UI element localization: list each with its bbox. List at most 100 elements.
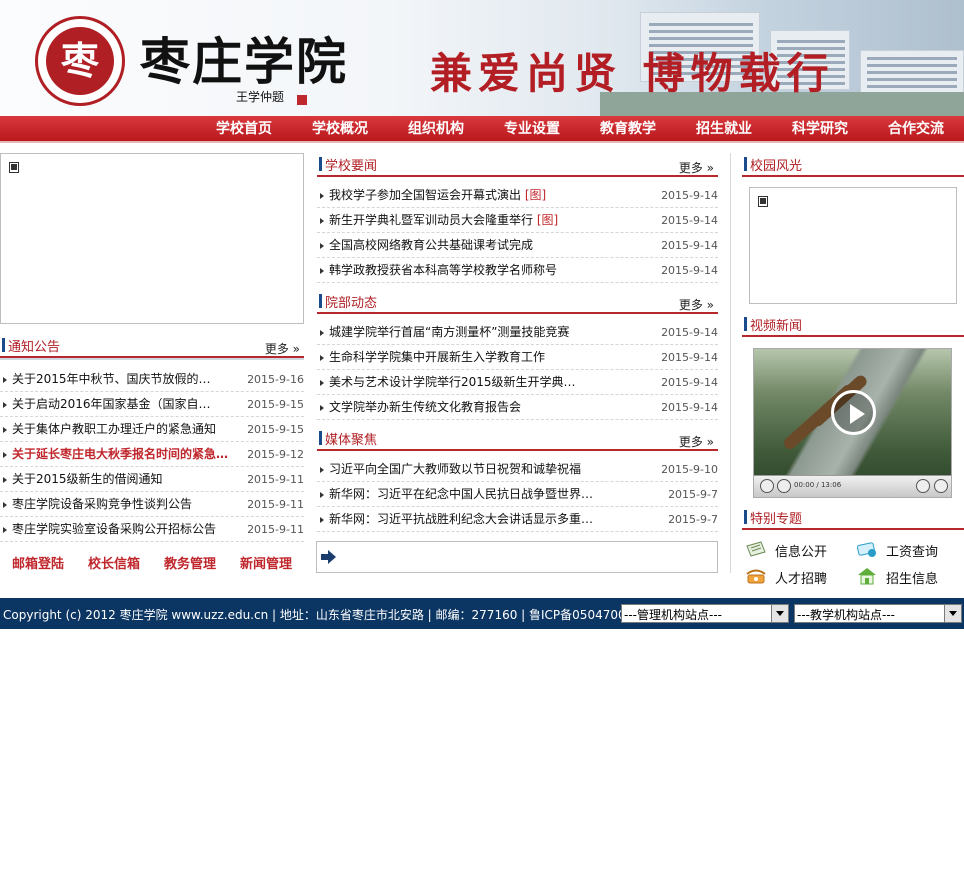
list-item[interactable]: 关于2015级新生的借阅通知 2015-9-11 (0, 467, 304, 492)
notices-more-link[interactable]: 更多 » (265, 340, 300, 357)
campus-photo-frame[interactable] (749, 187, 957, 304)
nav-item-cooperation[interactable]: 合作交流 (888, 116, 944, 143)
topic-recruitment[interactable]: 人才招聘 (745, 567, 845, 587)
news-admin-link[interactable]: 新闻管理 (240, 553, 292, 572)
arrow-icon (320, 330, 324, 336)
phone-icon (746, 569, 766, 584)
media-title: 媒体聚焦 (325, 433, 378, 448)
column-divider (730, 153, 731, 573)
list-item[interactable]: 新生开学典礼暨军训动员大会隆重举行 [图] 2015-9-14 (317, 208, 718, 233)
list-item[interactable]: 文学院举办新生传统文化教育报告会 2015-9-14 (317, 395, 718, 420)
volume-button[interactable] (916, 479, 930, 493)
campus-view-header: 校园风光 (742, 153, 964, 177)
admin-sites-select[interactable]: ---管理机构站点--- (621, 604, 789, 623)
arrow-icon (320, 193, 324, 199)
list-item[interactable]: 关于启动2016年国家基金（国家自… 2015-9-15 (0, 392, 304, 417)
arrow-icon (320, 355, 324, 361)
play-button[interactable] (760, 479, 774, 493)
arrow-icon (320, 218, 324, 224)
list-item[interactable]: 韩学政教授获省本科高等学校教学名师称号 2015-9-14 (317, 258, 718, 283)
topic-salary-query[interactable]: 工资查询 (856, 540, 956, 560)
list-item[interactable]: 枣庄学院设备采购竞争性谈判公告 2015-9-11 (0, 492, 304, 517)
academic-admin-link[interactable]: 教务管理 (164, 553, 216, 572)
arrow-icon (3, 502, 7, 508)
nav-item-home[interactable]: 学校首页 (216, 116, 272, 143)
arrow-icon (3, 377, 7, 383)
nav-item-research[interactable]: 科学研究 (792, 116, 848, 143)
list-item[interactable]: 枣庄学院实验室设备采购公开招标公告 2015-9-11 (0, 517, 304, 542)
arrow-right-icon (321, 550, 336, 564)
photo-tag: [图] (524, 188, 547, 202)
arrow-icon (3, 402, 7, 408)
nav-item-overview[interactable]: 学校概况 (312, 116, 368, 143)
list-item[interactable]: 新华网：习近平抗战胜利纪念大会讲话显示多重… 2015-9-7 (317, 507, 718, 532)
school-news-more-link[interactable]: 更多 » (679, 159, 714, 176)
list-item[interactable]: 习近平向全国广大教师致以节日祝贺和诚挚祝福 2015-9-10 (317, 457, 718, 482)
scroll-banner[interactable] (316, 541, 718, 573)
arrow-icon (320, 243, 324, 249)
school-motto: 兼爱尚贤 博物载行 (430, 49, 835, 98)
arrow-icon (320, 492, 324, 498)
fullscreen-button[interactable] (934, 479, 948, 493)
video-news-title: 视频新闻 (750, 319, 803, 334)
arrow-icon (3, 527, 7, 533)
nav-item-majors[interactable]: 专业设置 (504, 116, 560, 143)
topics-title: 特别专题 (750, 512, 803, 527)
topic-info-disclosure[interactable]: 信息公开 (745, 540, 845, 560)
list-item[interactable]: 城建学院举行首届“南方测量杯”测量技能竞赛 2015-9-14 (317, 320, 718, 345)
site-footer: Copyright (c) 2012 枣庄学院 www.uzz.edu.cn |… (0, 598, 964, 629)
copyright-text: Copyright (c) 2012 枣庄学院 www.uzz.edu.cn |… (3, 608, 646, 622)
list-item[interactable]: 关于集体户教职工办理迁户的紧急通知 2015-9-15 (0, 417, 304, 442)
topics-header: 特别专题 (742, 506, 964, 530)
dept-news-more-link[interactable]: 更多 » (679, 296, 714, 313)
school-emblem: 枣 (35, 16, 125, 106)
arrow-icon (3, 477, 7, 483)
arrow-icon (320, 405, 324, 411)
nav-item-organization[interactable]: 组织机构 (408, 116, 464, 143)
arrow-icon (3, 452, 7, 458)
stop-button[interactable] (777, 479, 791, 493)
play-icon[interactable] (831, 390, 876, 435)
list-item[interactable]: 关于2015年中秋节、国庆节放假的… 2015-9-16 (0, 367, 304, 392)
arrow-icon (320, 268, 324, 274)
photo-tag: [图] (536, 213, 559, 227)
media-more-link[interactable]: 更多 » (679, 433, 714, 450)
notices-title: 通知公告 (8, 340, 61, 355)
broken-image-icon (758, 196, 768, 207)
list-item[interactable]: 生命科学学院集中开展新生入学教育工作 2015-9-14 (317, 345, 718, 370)
school-news-header: 学校要闻 更多 » (317, 153, 718, 177)
house-icon (858, 568, 876, 585)
video-player[interactable]: 00:00 / 13:06 (753, 348, 952, 498)
chevron-down-icon (771, 605, 788, 622)
arrow-icon (320, 467, 324, 473)
site-header: 枣 枣庄学院 王学仲题 兼爱尚贤 博物载行 (0, 0, 964, 116)
arrow-icon (3, 427, 7, 433)
dept-news-header: 院部动态 更多 » (317, 290, 718, 314)
arrow-icon (320, 380, 324, 386)
slideshow-frame[interactable] (0, 153, 304, 324)
list-item[interactable]: 全国高校网络教育公共基础课考试完成 2015-9-14 (317, 233, 718, 258)
nav-item-admissions[interactable]: 招生就业 (696, 116, 752, 143)
mail-login-link[interactable]: 邮箱登陆 (12, 553, 64, 572)
dept-news-title: 院部动态 (325, 296, 378, 311)
video-controls: 00:00 / 13:06 (754, 475, 951, 497)
school-news-list: 我校学子参加全国智运会开幕式演出 [图] 2015-9-14 新生开学典礼暨军训动… (317, 183, 718, 283)
list-item[interactable]: 我校学子参加全国智运会开幕式演出 [图] 2015-9-14 (317, 183, 718, 208)
broken-image-icon (9, 162, 19, 173)
topic-admission-info[interactable]: 招生信息 (856, 567, 956, 587)
document-icon (746, 541, 766, 557)
media-list: 习近平向全国广大教师致以节日祝贺和诚挚祝福 2015-9-10 新华网：习近平在纪… (317, 457, 718, 532)
list-item[interactable]: 美术与艺术设计学院举行2015级新生开学典… 2015-9-14 (317, 370, 718, 395)
list-item[interactable]: 关于延长枣庄电大秋季报名时间的紧急… 2015-9-12 (0, 442, 304, 467)
dept-news-list: 城建学院举行首届“南方测量杯”测量技能竞赛 2015-9-14 生命科学学院集中开… (317, 320, 718, 420)
video-news-header: 视频新闻 (742, 313, 964, 337)
chevron-down-icon (944, 605, 961, 622)
list-item[interactable]: 新华网：习近平在纪念中国人民抗日战争暨世界… 2015-9-7 (317, 482, 718, 507)
media-header: 媒体聚焦 更多 » (317, 427, 718, 451)
calligrapher-signature: 王学仲题 (236, 90, 285, 104)
nav-item-education[interactable]: 教育教学 (600, 116, 656, 143)
school-news-title: 学校要闻 (325, 159, 378, 174)
teaching-sites-select[interactable]: ---教学机构站点--- (794, 604, 962, 623)
president-mailbox-link[interactable]: 校长信箱 (88, 553, 140, 572)
arrow-icon (320, 517, 324, 523)
